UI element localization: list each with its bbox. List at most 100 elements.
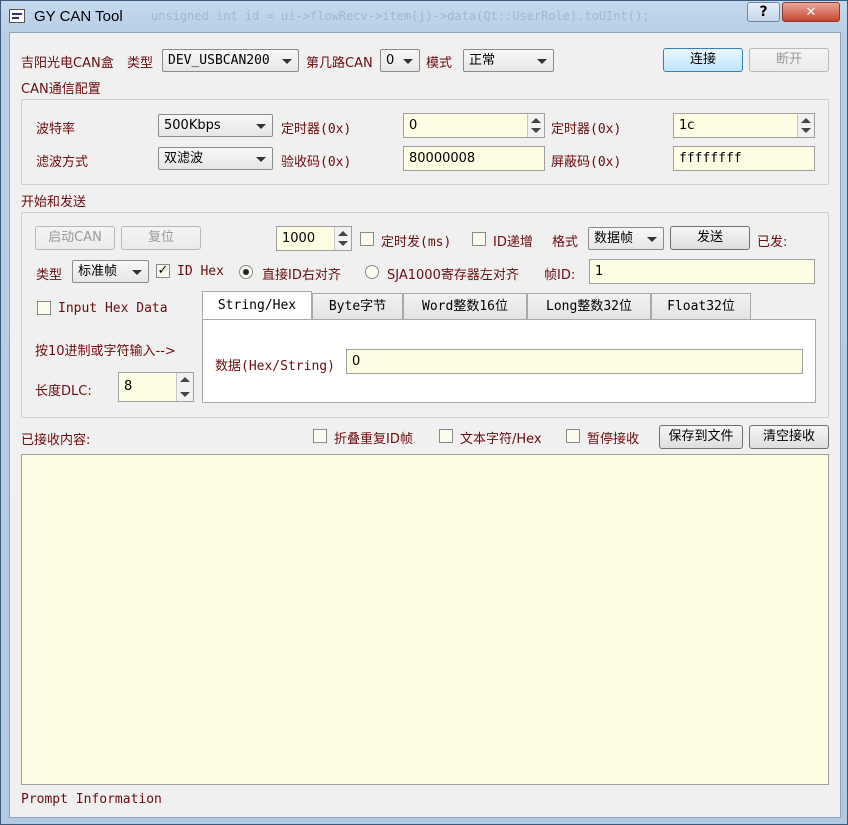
frame-id-input[interactable]: 1 — [589, 259, 815, 284]
sent-count-label: 已发: — [757, 235, 788, 250]
frame-type-select[interactable]: 标准帧 — [72, 260, 149, 283]
config-group — [21, 99, 829, 185]
spin-buttons[interactable] — [176, 373, 193, 401]
frame-type-label: 类型 — [36, 268, 63, 283]
spin-up-icon — [338, 231, 348, 236]
timer1-spinbox[interactable]: 1c — [673, 113, 815, 138]
send-button[interactable]: 发送 — [670, 226, 750, 250]
channel-value: 0 — [386, 53, 395, 68]
spin-down-icon — [180, 392, 190, 397]
id-hex-label: ID Hex — [177, 264, 224, 279]
fold-repeat-label: 折叠重复ID帧 — [334, 432, 413, 447]
chevron-down-icon — [256, 123, 266, 129]
timed-send-checkbox[interactable] — [360, 232, 374, 246]
frame-type-value: 标准帧 — [78, 264, 118, 279]
spin-down-icon — [531, 128, 541, 133]
mode-select[interactable]: 正常 — [463, 49, 554, 72]
client-area: 吉阳光电CAN盒 类型 DEV_USBCAN200 第几路CAN 0 模式 正常… — [9, 32, 841, 818]
text-hex-checkbox[interactable] — [439, 429, 453, 443]
spin-buttons[interactable] — [527, 114, 544, 137]
close-button[interactable]: ✕ — [782, 2, 840, 22]
interval-spinbox[interactable]: 1000 — [276, 226, 352, 251]
spin-down-icon — [801, 128, 811, 133]
data-label: 数据(Hex/String) — [215, 359, 335, 374]
mask-input[interactable]: ffffffff — [673, 146, 815, 171]
frame-id-value: 1 — [595, 264, 604, 279]
filter-label: 滤波方式 — [36, 155, 89, 170]
spin-buttons[interactable] — [334, 227, 351, 250]
timer1-value: 1c — [679, 118, 695, 133]
mask-value: ffffffff — [679, 151, 742, 166]
channel-select[interactable]: 0 — [380, 49, 420, 72]
data-input[interactable]: 0 — [346, 349, 803, 374]
received-content-area[interactable] — [21, 454, 829, 785]
decimal-hint-label: 按10进制或字符输入--> — [35, 344, 176, 359]
interval-value: 1000 — [282, 231, 316, 246]
tab-float[interactable]: Float32位 — [651, 293, 751, 319]
spin-down-icon — [338, 241, 348, 246]
device-box-label: 吉阳光电CAN盒 — [21, 56, 114, 71]
id-increment-checkbox[interactable] — [472, 232, 486, 246]
tab-word[interactable]: Word整数16位 — [403, 293, 527, 319]
chevron-down-icon — [403, 58, 413, 64]
clear-receive-button[interactable]: 清空接收 — [749, 425, 829, 449]
pause-receive-label: 暂停接收 — [587, 432, 640, 447]
tab-byte[interactable]: Byte字节 — [312, 293, 403, 319]
reset-button[interactable]: 复位 — [121, 226, 201, 250]
tab-long[interactable]: Long整数32位 — [527, 293, 651, 319]
align-right-label: 直接ID右对齐 — [262, 268, 341, 283]
device-type-value: DEV_USBCAN200 — [168, 53, 270, 68]
mode-label: 模式 — [426, 56, 453, 71]
timer0-label: 定时器(0x) — [281, 122, 352, 137]
baud-value: 500Kbps — [164, 118, 221, 133]
app-icon — [9, 9, 25, 23]
spin-up-icon — [180, 377, 190, 382]
connect-button[interactable]: 连接 — [663, 48, 743, 72]
tab-string-hex[interactable]: String/Hex — [202, 291, 312, 320]
fold-repeat-checkbox[interactable] — [313, 429, 327, 443]
window-title: GY CAN Tool — [34, 8, 123, 25]
spin-up-icon — [531, 118, 541, 123]
pause-receive-checkbox[interactable] — [566, 429, 580, 443]
device-type-select[interactable]: DEV_USBCAN200 — [162, 49, 299, 72]
help-button[interactable]: ? — [747, 2, 780, 22]
baud-label: 波特率 — [36, 122, 76, 137]
start-can-button[interactable]: 启动CAN — [35, 226, 115, 250]
format-value: 数据帧 — [594, 231, 634, 246]
input-hex-checkbox[interactable] — [37, 301, 51, 315]
send-section-title: 开始和发送 — [21, 195, 87, 210]
filter-value: 双滤波 — [164, 151, 204, 166]
main-window: GY CAN Tool unsigned int id = ui->flowRe… — [0, 0, 848, 825]
spin-up-icon — [801, 118, 811, 123]
filter-select[interactable]: 双滤波 — [158, 147, 273, 170]
format-label: 格式 — [552, 235, 579, 250]
dlc-value: 8 — [124, 379, 133, 394]
dlc-spinbox[interactable]: 8 — [118, 372, 194, 402]
acc-code-label: 验收码(0x) — [281, 155, 352, 170]
prompt-information: Prompt Information — [21, 792, 162, 807]
align-right-radio[interactable] — [239, 265, 253, 279]
align-left-radio[interactable] — [365, 265, 379, 279]
baud-select[interactable]: 500Kbps — [158, 114, 273, 137]
chevron-down-icon — [282, 58, 292, 64]
timer0-value: 0 — [409, 118, 418, 133]
text-hex-label: 文本字符/Hex — [460, 432, 542, 447]
acc-code-input[interactable]: 80000008 — [403, 146, 545, 171]
timer0-spinbox[interactable]: 0 — [403, 113, 545, 138]
id-increment-label: ID递增 — [493, 235, 533, 250]
acc-code-value: 80000008 — [409, 151, 476, 166]
id-hex-checkbox[interactable]: ✓ — [156, 264, 170, 278]
input-hex-label: Input Hex Data — [58, 301, 168, 316]
config-section-title: CAN通信配置 — [21, 82, 101, 97]
save-to-file-button[interactable]: 保存到文件 — [659, 425, 743, 449]
disconnect-button[interactable]: 断开 — [749, 48, 829, 72]
timed-send-label: 定时发(ms) — [381, 235, 452, 250]
dlc-label: 长度DLC: — [35, 384, 92, 399]
spin-buttons[interactable] — [797, 114, 814, 137]
chevron-down-icon — [256, 156, 266, 162]
mode-value: 正常 — [469, 53, 496, 68]
chevron-down-icon — [647, 236, 657, 242]
background-code-text: unsigned int id = ui->flowRecv->item(j)-… — [151, 9, 650, 23]
format-select[interactable]: 数据帧 — [588, 227, 664, 250]
timer1-label: 定时器(0x) — [551, 122, 622, 137]
